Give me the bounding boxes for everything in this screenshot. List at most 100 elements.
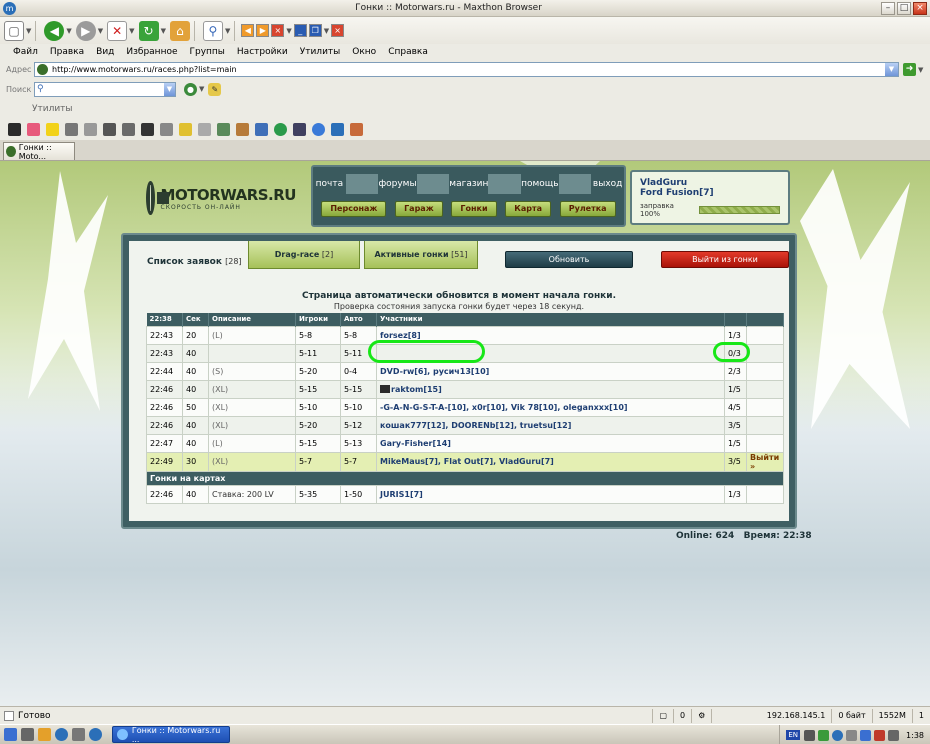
- language-indicator[interactable]: EN: [786, 730, 801, 740]
- tab-races[interactable]: Гонки :: Moto...: [3, 142, 75, 161]
- tray-icon[interactable]: [860, 729, 872, 741]
- menu-favorites[interactable]: Избранное: [126, 47, 177, 57]
- nav-character-button[interactable]: Персонаж: [321, 201, 387, 217]
- tray-icon[interactable]: [804, 729, 816, 741]
- menu-view[interactable]: Вид: [96, 47, 114, 57]
- home-icon[interactable]: ⌂: [169, 20, 190, 41]
- menu-file[interactable]: Файл: [13, 47, 38, 57]
- forward-icon[interactable]: ▶: [75, 20, 96, 41]
- menu-settings[interactable]: Настройки: [237, 47, 288, 57]
- tray-icon[interactable]: [818, 729, 830, 741]
- plugin-icon[interactable]: [27, 122, 40, 136]
- list-title[interactable]: Список заявок [28]: [147, 257, 242, 267]
- plugin-icon[interactable]: [179, 122, 192, 136]
- cell-participants[interactable]: raktom[15]: [376, 379, 725, 399]
- chevron-down-icon[interactable]: ▼: [129, 27, 134, 35]
- plugin-icon[interactable]: [274, 122, 287, 136]
- tab-active-races[interactable]: Активные гонки [51]: [364, 241, 478, 269]
- table-row[interactable]: 22:46 40 (XL) 5-20 5-12 кошак777[12], DO…: [146, 415, 784, 435]
- prev-tab-icon[interactable]: ◀: [241, 24, 255, 37]
- refresh-icon[interactable]: ↻: [138, 20, 159, 41]
- nav-mail[interactable]: почта: [313, 179, 346, 189]
- plugin-icon[interactable]: [312, 122, 325, 136]
- plugin-icon[interactable]: [122, 122, 135, 136]
- cell-participants[interactable]: Gary-Fisher[14]: [376, 433, 725, 453]
- user-name[interactable]: VladGuru: [640, 178, 780, 188]
- participant-names[interactable]: raktom[15]: [391, 385, 442, 394]
- nav-logout[interactable]: выход: [591, 179, 624, 189]
- table-row[interactable]: 22:46 40 (XL) 5-15 5-15 raktom[15] 1/5: [146, 379, 784, 399]
- tray-icon[interactable]: [832, 729, 844, 741]
- nav-help[interactable]: помощь: [521, 179, 558, 189]
- menu-edit[interactable]: Правка: [50, 47, 84, 57]
- cell-participants[interactable]: JURIS1[7]: [376, 484, 725, 504]
- stop-icon[interactable]: ✕: [107, 20, 128, 41]
- cell-participants[interactable]: -G-A-N-G-S-T-A-[10], x0r[10], Vik 78[10]…: [376, 397, 725, 417]
- status-tools-icon[interactable]: ⚙: [691, 708, 711, 723]
- maxthon-app-icon[interactable]: m: [3, 1, 16, 15]
- chevron-down-icon[interactable]: ▼: [199, 85, 204, 93]
- highlight-icon[interactable]: ✎: [208, 82, 222, 96]
- chevron-down-icon[interactable]: ▼: [26, 27, 31, 35]
- chevron-down-icon[interactable]: ▼: [324, 27, 329, 35]
- next-tab-icon[interactable]: ▶: [256, 24, 270, 37]
- cell-participants[interactable]: MikeMaus[7], Flat Out[7], VladGuru[7]: [376, 451, 725, 472]
- tab-close-all-icon[interactable]: ×: [331, 24, 345, 37]
- cell-participants[interactable]: кошак777[12], DOORENb[12], truetsu[12]: [376, 415, 725, 435]
- nav-races-button[interactable]: Гонки: [451, 201, 497, 217]
- globe-icon[interactable]: ●: [184, 82, 197, 96]
- menu-window[interactable]: Окно: [352, 47, 376, 57]
- chevron-down-icon[interactable]: ▼: [918, 66, 923, 74]
- plugin-icon[interactable]: [198, 122, 211, 136]
- exit-race-button[interactable]: Выйти из гонки: [661, 251, 789, 268]
- new-page-icon[interactable]: ▢: [4, 20, 24, 41]
- table-row[interactable]: 22:44 40 (S) 5-20 0-4 DVD-rw[6], русич13…: [146, 361, 784, 381]
- close-tab-icon[interactable]: ×: [271, 24, 285, 37]
- refresh-button[interactable]: Обновить: [505, 251, 633, 268]
- chevron-down-icon[interactable]: ▼: [164, 82, 175, 96]
- nav-roulette-button[interactable]: Рулетка: [559, 201, 616, 217]
- taskbar-item-browser[interactable]: Гонки :: Motorwars.ru ...: [112, 726, 230, 744]
- user-car[interactable]: Ford Fusion[7]: [640, 188, 780, 198]
- plugin-icon[interactable]: [84, 122, 97, 136]
- nav-map-button[interactable]: Карта: [505, 201, 551, 217]
- nav-shop[interactable]: магазин: [449, 179, 488, 189]
- quicklaunch-icon[interactable]: [21, 728, 34, 741]
- quicklaunch-icon[interactable]: [38, 728, 51, 741]
- volume-icon[interactable]: [888, 729, 900, 741]
- address-url[interactable]: http://www.motorwars.ru/races.php?list=m…: [52, 65, 885, 74]
- quicklaunch-icon[interactable]: [72, 728, 85, 741]
- quicklaunch-icon[interactable]: [89, 728, 102, 741]
- start-icon[interactable]: [4, 728, 17, 741]
- menu-help[interactable]: Справка: [388, 47, 428, 57]
- popup-blocker-icon[interactable]: ▢: [652, 708, 673, 723]
- tray-icon[interactable]: [846, 729, 858, 741]
- go-button[interactable]: ➜: [903, 63, 916, 76]
- plugin-icon[interactable]: [236, 122, 249, 136]
- site-logo[interactable]: MOTORWARS.RU СКОРОСТЬ ОН-ЛАЙН: [146, 178, 297, 218]
- plugin-icon[interactable]: [217, 122, 230, 136]
- menu-groups[interactable]: Группы: [190, 47, 225, 57]
- search-field[interactable]: ⚲ ▼: [34, 81, 176, 97]
- search-input[interactable]: [43, 83, 164, 95]
- plugin-icon[interactable]: [331, 122, 344, 136]
- address-field[interactable]: http://www.motorwars.ru/races.php?list=m…: [34, 62, 899, 77]
- plugin-icon[interactable]: [103, 122, 116, 136]
- plugin-icon[interactable]: [46, 122, 59, 136]
- chevron-down-icon[interactable]: ▼: [885, 63, 898, 76]
- plugin-icon[interactable]: [160, 122, 173, 136]
- table-row-current[interactable]: 22:49 30 (XL) 5-7 5-7 MikeMaus[7], Flat …: [146, 451, 784, 472]
- tab-drag-race[interactable]: Drag-race [2]: [248, 241, 360, 269]
- chevron-down-icon[interactable]: ▼: [225, 27, 230, 35]
- chevron-down-icon[interactable]: ▼: [161, 27, 166, 35]
- tab-minimize-icon[interactable]: _: [293, 24, 307, 37]
- search-icon[interactable]: ⚲: [202, 20, 223, 41]
- tab-restore-icon[interactable]: ❐: [308, 24, 322, 37]
- quicklaunch-icon[interactable]: [55, 728, 68, 741]
- cell-participants[interactable]: DVD-rw[6], русич13[10]: [376, 361, 725, 381]
- plugin-icon[interactable]: [65, 122, 78, 136]
- plugin-icon[interactable]: [293, 122, 306, 136]
- table-row[interactable]: 22:46 50 (XL) 5-10 5-10 -G-A-N-G-S-T-A-[…: [146, 397, 784, 417]
- table-row[interactable]: 22:46 40 Ставка: 200 LV 5-35 1-50 JURIS1…: [146, 484, 784, 504]
- minimize-button[interactable]: –: [881, 1, 895, 15]
